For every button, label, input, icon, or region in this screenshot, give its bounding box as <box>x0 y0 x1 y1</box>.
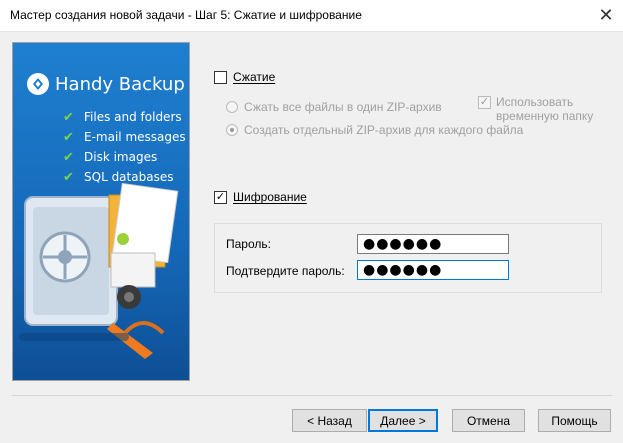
checkmark-icon: ✔ <box>63 129 74 145</box>
window-title: Мастер создания новой задачи - Шаг 5: Сж… <box>10 8 362 22</box>
feature-label: Files and folders <box>84 110 182 124</box>
safe-illustration-icon <box>19 183 179 359</box>
feature-label: E-mail messages <box>84 130 186 144</box>
feature-item: ✔ E-mail messages <box>63 127 186 147</box>
footer-divider <box>12 395 612 396</box>
zip-each-label: Создать отдельный ZIP-архив для каждого … <box>244 123 524 137</box>
temp-folder-label-line1: Использовать <box>496 95 574 109</box>
next-button[interactable]: Далее > <box>368 409 438 432</box>
feature-list: ✔ Files and folders ✔ E-mail messages ✔ Dis… <box>63 107 186 187</box>
checkmark-icon: ✔ <box>63 109 74 125</box>
feature-item: ✔ Disk images <box>63 147 186 167</box>
zip-single-radio[interactable] <box>226 101 238 113</box>
compression-label: Сжатие <box>233 70 276 84</box>
close-icon: ✕ <box>598 5 614 25</box>
feature-item: ✔ Files and folders <box>63 107 186 127</box>
checkmark-icon: ✔ <box>63 149 74 165</box>
encryption-label: Шифрование <box>233 190 307 204</box>
confirm-password-label: Подтвердите пароль: <box>226 264 345 278</box>
temp-folder-toggle[interactable]: ✓ Использовать временную папку <box>478 95 593 123</box>
handy-backup-logo-icon <box>27 73 49 95</box>
encryption-toggle[interactable]: ✓ Шифрование <box>214 190 307 204</box>
compression-checkbox[interactable] <box>214 70 227 84</box>
temp-folder-checkbox[interactable]: ✓ <box>478 96 491 109</box>
temp-folder-label: Использовать временную папку <box>496 95 593 123</box>
title-bar: Мастер создания новой задачи - Шаг 5: Сж… <box>0 0 623 32</box>
close-button[interactable]: ✕ <box>589 0 623 31</box>
logo: Handy Backup <box>27 73 185 95</box>
help-button[interactable]: Помощь <box>538 409 611 432</box>
back-button[interactable]: < Назад <box>292 409 367 432</box>
password-label: Пароль: <box>226 237 271 251</box>
radio-selected-dot <box>230 128 234 132</box>
feature-label: Disk images <box>84 150 158 164</box>
product-banner: Handy Backup ✔ Files and folders ✔ E-mail … <box>12 42 190 381</box>
feature-label: SQL databases <box>84 170 174 184</box>
password-field[interactable]: ●●●●●● <box>357 234 509 254</box>
zip-each-option[interactable]: Создать отдельный ZIP-архив для каждого … <box>226 123 523 137</box>
compression-toggle[interactable]: Сжатие <box>214 70 275 84</box>
zip-single-option[interactable]: Сжать все файлы в один ZIP-архив <box>226 100 442 114</box>
confirm-password-field[interactable]: ●●●●●● <box>357 260 509 280</box>
zip-single-label: Сжать все файлы в один ZIP-архив <box>244 100 442 114</box>
logo-text: Handy Backup <box>55 73 185 95</box>
cancel-button[interactable]: Отмена <box>452 409 525 432</box>
temp-folder-label-line2: временную папку <box>496 109 594 123</box>
zip-each-radio[interactable] <box>226 124 238 136</box>
encryption-checkbox[interactable]: ✓ <box>214 190 227 204</box>
